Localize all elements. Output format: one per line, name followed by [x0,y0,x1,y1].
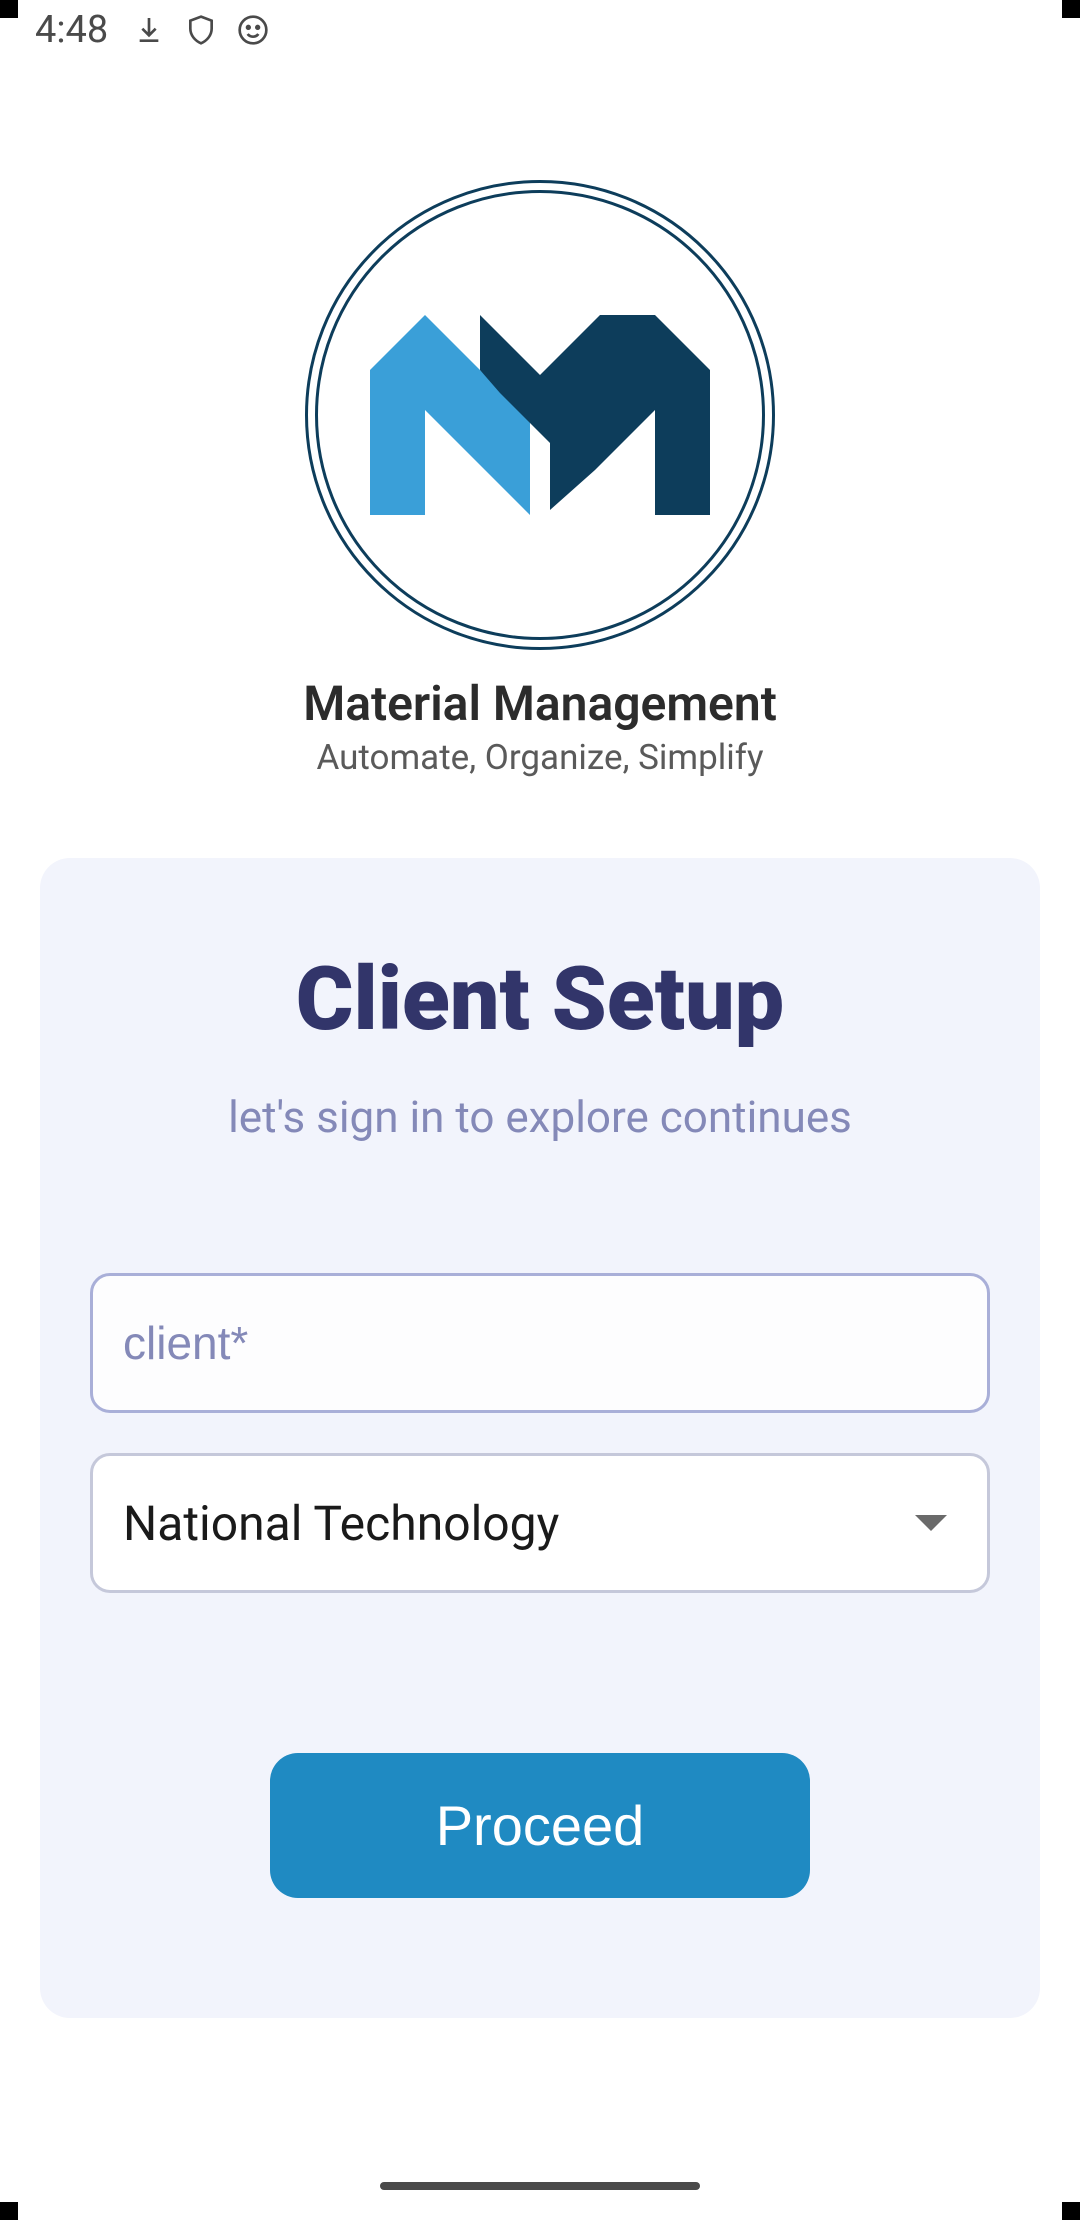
setup-card: Client Setup let's sign in to explore co… [40,858,1040,2018]
organization-select[interactable]: National Technology [90,1453,990,1593]
proceed-button[interactable]: Proceed [270,1753,810,1898]
frame-corner [1062,2202,1080,2220]
app-subtitle: Automate, Organize, Simplify [316,737,763,778]
card-title: Client Setup [90,948,990,1051]
shield-icon [185,14,217,46]
client-input[interactable] [90,1273,990,1413]
logo-section: Material Management Automate, Organize, … [0,180,1080,778]
card-subtitle: let's sign in to explore continues [90,1091,990,1143]
status-bar: 4:48 [0,0,1080,60]
select-value: National Technology [123,1495,559,1552]
app-title: Material Management [303,675,777,732]
chevron-down-icon [915,1515,947,1531]
frame-corner [0,2202,18,2220]
download-icon [133,14,165,46]
home-indicator[interactable] [380,2182,700,2190]
face-icon [237,14,269,46]
app-logo [305,180,775,650]
status-time: 4:48 [35,8,108,52]
frame-corner [0,0,18,18]
frame-corner [1062,0,1080,18]
status-icons [133,14,269,46]
logo-m-icon [370,315,710,515]
